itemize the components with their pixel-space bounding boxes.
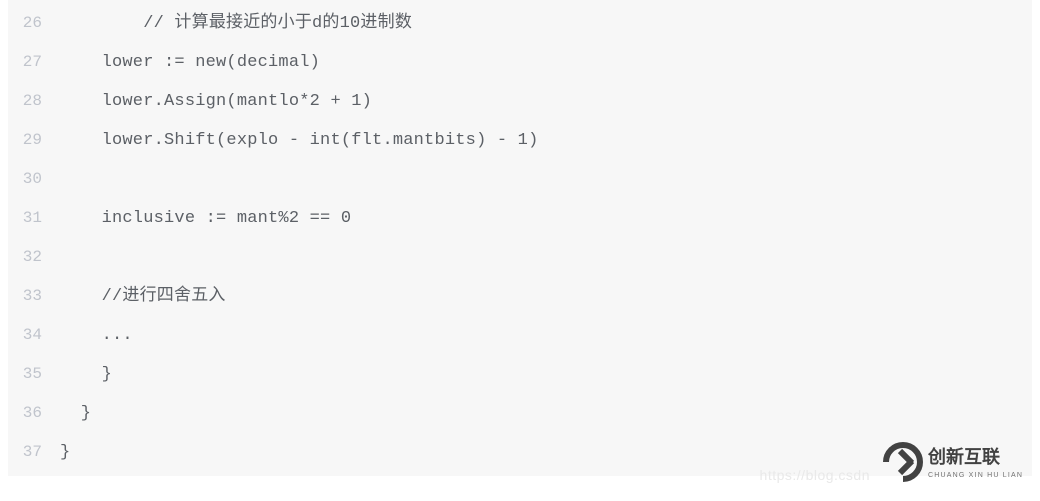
code-content: } — [60, 433, 70, 472]
watermark-url: https://blog.csdn — [760, 467, 870, 483]
code-line: 35 } — [8, 355, 1032, 394]
code-line: 32 — [8, 238, 1032, 277]
line-number: 34 — [8, 316, 60, 355]
brand-py-text: CHUANG XIN HU LIAN — [928, 472, 1022, 479]
line-number: 36 — [8, 394, 60, 433]
line-number: 37 — [8, 433, 60, 472]
code-line: 33 //进行四舍五入 — [8, 277, 1032, 316]
code-content: } — [60, 394, 91, 433]
code-line: 34 ... — [8, 316, 1032, 355]
code-content: ... — [60, 316, 133, 355]
code-line: 36 } — [8, 394, 1032, 433]
line-number: 33 — [8, 277, 60, 316]
line-number: 27 — [8, 43, 60, 82]
code-line: 31 inclusive := mant%2 == 0 — [8, 199, 1032, 238]
line-number: 26 — [8, 4, 60, 43]
code-line: 37} — [8, 433, 1032, 472]
code-content: } — [60, 355, 112, 394]
code-line: 26 // 计算最接近的小于d的10进制数 — [8, 4, 1032, 43]
line-number: 28 — [8, 82, 60, 121]
brand-cn-text: 创新互联 — [927, 446, 1000, 467]
brand-logo-icon: 创新互联 CHUANG XIN HU LIAN — [882, 441, 1022, 483]
line-number: 30 — [8, 160, 60, 199]
line-number: 31 — [8, 199, 60, 238]
code-line: 29 lower.Shift(explo - int(flt.mantbits)… — [8, 121, 1032, 160]
code-content: lower.Shift(explo - int(flt.mantbits) - … — [60, 121, 538, 160]
line-number: 32 — [8, 238, 60, 277]
code-line: 28 lower.Assign(mantlo*2 + 1) — [8, 82, 1032, 121]
code-content: lower := new(decimal) — [60, 43, 320, 82]
line-number: 29 — [8, 121, 60, 160]
code-content: //进行四舍五入 — [60, 277, 226, 316]
code-content: // 计算最接近的小于d的10进制数 — [60, 4, 412, 43]
watermark-logo: 创新互联 CHUANG XIN HU LIAN — [882, 441, 1022, 483]
code-content: inclusive := mant%2 == 0 — [60, 199, 351, 238]
line-number: 35 — [8, 355, 60, 394]
code-content: lower.Assign(mantlo*2 + 1) — [60, 82, 372, 121]
code-block: 26 // 计算最接近的小于d的10进制数27 lower := new(dec… — [8, 0, 1032, 476]
code-line: 30 — [8, 160, 1032, 199]
code-line: 27 lower := new(decimal) — [8, 43, 1032, 82]
